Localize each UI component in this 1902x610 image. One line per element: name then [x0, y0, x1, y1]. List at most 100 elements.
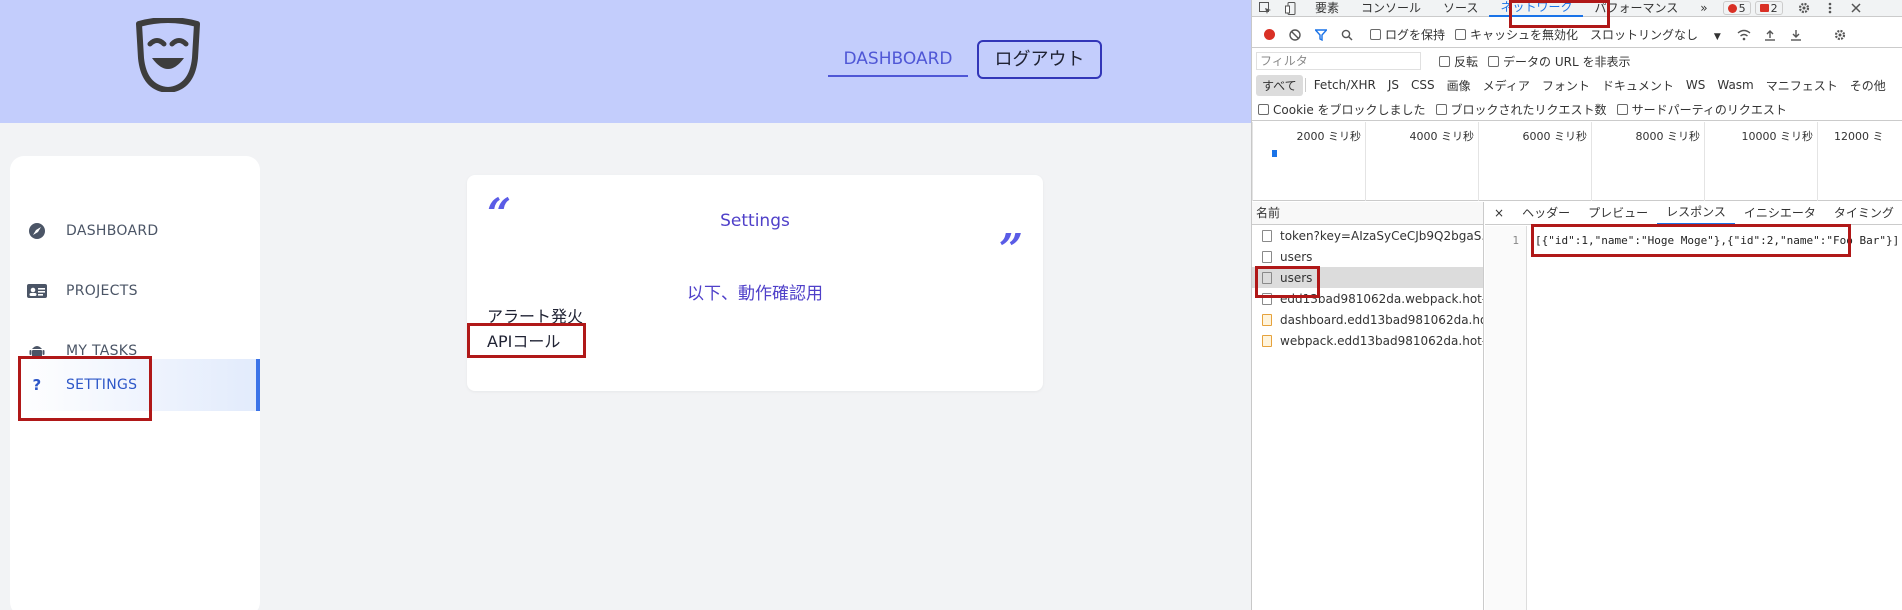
invert-checkbox[interactable]: 反転	[1439, 53, 1478, 70]
checkbox-label: Cookie をブロックしました	[1273, 103, 1426, 117]
line-gutter	[1485, 226, 1527, 610]
tab-elements[interactable]: 要素	[1304, 1, 1350, 16]
type-font[interactable]: フォント	[1536, 75, 1596, 96]
settings-card: “ ” Settings 以下、動作確認用 アラート発火 APIコール	[467, 175, 1043, 391]
checkbox-label: キャッシュを無効化	[1470, 28, 1579, 42]
checkbox-label: ブロックされたリクエスト数	[1450, 103, 1607, 117]
error-count-badge[interactable]: 5	[1722, 1, 1751, 15]
logout-button[interactable]: ログアウト	[977, 40, 1102, 79]
type-css[interactable]: CSS	[1405, 76, 1441, 94]
type-img[interactable]: 画像	[1441, 75, 1477, 96]
warning-count-badge[interactable]: 2	[1754, 1, 1783, 15]
request-name: users	[1280, 270, 1313, 285]
question-icon: ?	[32, 376, 42, 394]
type-js[interactable]: JS	[1382, 76, 1405, 94]
download-icon[interactable]	[1787, 27, 1805, 43]
card-subtitle: 以下、動作確認用	[687, 284, 823, 304]
sidebar-item-projects[interactable]: PROJECTS	[10, 265, 260, 317]
request-name: token?key=AIzaSyCeCJb9Q2bgaS...	[1280, 228, 1483, 243]
gear-icon[interactable]	[1795, 0, 1813, 16]
type-ws[interactable]: WS	[1680, 76, 1711, 94]
tab-response[interactable]: レスポンス	[1657, 202, 1735, 225]
response-body[interactable]: 1 [{"id":1,"name":"Hoge Moge"},{"id":2,"…	[1485, 226, 1902, 610]
inspect-element-icon[interactable]	[1256, 0, 1274, 16]
compass-icon	[26, 220, 48, 242]
checkbox-box	[1370, 29, 1381, 40]
checkbox-label: データの URL を非表示	[1503, 54, 1631, 69]
request-row-users[interactable]: users	[1252, 246, 1483, 267]
error-count: 5	[1738, 1, 1746, 15]
third-party-requests-checkbox[interactable]: サードパーティのリクエスト	[1616, 101, 1787, 118]
detail-tab-bar: × ヘッダー プレビュー レスポンス イニシエータ タイミング	[1485, 202, 1902, 225]
sidebar-item-dashboard[interactable]: DASHBOARD	[10, 205, 260, 257]
checkbox-box	[1455, 29, 1467, 40]
resource-type-filter: すべて Fetch/XHR JS CSS 画像 メディア フォント ドキュメント…	[1252, 73, 1902, 97]
filter-row: フィルタ 反転 データの URL を非表示	[1252, 50, 1902, 72]
type-wasm[interactable]: Wasm	[1711, 76, 1759, 94]
wifi-conditions-icon[interactable]	[1735, 27, 1753, 43]
network-settings-gear-icon[interactable]	[1831, 27, 1849, 43]
tab-sources[interactable]: ソース	[1432, 1, 1489, 16]
card-title: Settings	[720, 211, 790, 231]
sidebar-item-label: SETTINGS	[66, 377, 138, 393]
tick-label: 4000 ミリ秒	[1409, 130, 1475, 143]
api-call-link[interactable]: APIコール	[487, 328, 560, 352]
timeline-tick: 4000 ミリ秒	[1365, 122, 1478, 201]
issue-icon	[1759, 4, 1769, 12]
response-json-text: [{"id":1,"name":"Hoge Moge"},{"id":2,"na…	[1535, 234, 1900, 247]
tab-console[interactable]: コンソール	[1350, 1, 1432, 16]
filter-icon[interactable]	[1312, 27, 1330, 43]
device-toolbar-icon[interactable]	[1282, 0, 1300, 16]
throttling-select[interactable]: スロットリングなし ▼	[1590, 26, 1721, 43]
request-row-dashboard-js[interactable]: dashboard.edd13bad981062da.ho...	[1252, 309, 1483, 330]
devtools-tab-bar: 要素 コンソール ソース ネットワーク パフォーマンス » 5 2	[1252, 0, 1902, 17]
more-tabs-button[interactable]: »	[1689, 1, 1718, 16]
tab-headers[interactable]: ヘッダー	[1513, 203, 1579, 224]
chevron-down-icon: ▼	[1713, 32, 1721, 42]
upload-icon[interactable]	[1761, 27, 1779, 43]
error-icon	[1727, 3, 1737, 13]
preserve-log-checkbox[interactable]: ログを保持	[1370, 26, 1445, 43]
devtools-panel: 要素 コンソール ソース ネットワーク パフォーマンス » 5 2 ログを保持 …	[1251, 0, 1902, 610]
tab-network[interactable]: ネットワーク	[1489, 0, 1584, 17]
kebab-menu-icon[interactable]	[1821, 0, 1839, 16]
clear-icon[interactable]	[1286, 27, 1304, 43]
blocked-requests-checkbox[interactable]: ブロックされたリクエスト数	[1435, 101, 1607, 118]
name-column-header[interactable]: 名前	[1252, 202, 1483, 225]
network-timeline[interactable]: 2000 ミリ秒 4000 ミリ秒 6000 ミリ秒 8000 ミリ秒 1000…	[1252, 122, 1902, 201]
request-row-hot-update[interactable]: edd13bad981062da.webpack.hot-...	[1252, 288, 1483, 309]
type-media[interactable]: メディア	[1477, 75, 1536, 96]
script-file-icon	[1262, 334, 1272, 347]
tick-label: 12000 ミ	[1834, 130, 1884, 143]
search-icon[interactable]	[1338, 27, 1356, 43]
document-file-icon	[1262, 292, 1272, 305]
close-icon[interactable]	[1847, 0, 1865, 16]
request-row-token[interactable]: token?key=AIzaSyCeCJb9Q2bgaS...	[1252, 225, 1483, 246]
fire-alert-link[interactable]: アラート発火	[487, 303, 583, 327]
request-name: webpack.edd13bad981062da.hot-...	[1280, 333, 1483, 348]
record-icon[interactable]	[1260, 27, 1278, 43]
hide-data-urls-checkbox[interactable]: データの URL を非表示	[1488, 53, 1630, 70]
request-row-users-selected[interactable]: users	[1252, 267, 1483, 288]
close-detail-button[interactable]: ×	[1485, 203, 1513, 224]
nav-dashboard-link[interactable]: DASHBOARD	[828, 47, 968, 77]
checkbox-label: サードパーティのリクエスト	[1631, 103, 1787, 117]
tab-timing[interactable]: タイミング	[1825, 203, 1902, 224]
type-doc[interactable]: ドキュメント	[1596, 75, 1680, 96]
tab-initiator[interactable]: イニシエータ	[1735, 203, 1825, 224]
tab-preview[interactable]: プレビュー	[1579, 203, 1657, 224]
type-manifest[interactable]: マニフェスト	[1760, 75, 1844, 96]
tab-performance[interactable]: パフォーマンス	[1583, 1, 1689, 16]
request-row-webpack-js[interactable]: webpack.edd13bad981062da.hot-...	[1252, 330, 1483, 351]
sidebar-item-settings[interactable]: ? SETTINGS	[10, 359, 260, 411]
app-pane: DASHBOARD ログアウト DASHBOARD PROJECTS MY TA…	[0, 0, 1251, 610]
disable-cache-checkbox[interactable]: キャッシュを無効化	[1455, 26, 1578, 43]
tick-label: 6000 ミリ秒	[1522, 130, 1588, 143]
filter-input[interactable]: フィルタ	[1256, 52, 1421, 70]
type-fetch-xhr[interactable]: Fetch/XHR	[1308, 76, 1382, 94]
blocked-cookies-checkbox[interactable]: Cookie をブロックしました	[1258, 101, 1426, 118]
timeline-tick: 12000 ミ	[1817, 122, 1902, 201]
type-other[interactable]: その他	[1844, 75, 1892, 96]
request-bar	[1272, 150, 1277, 157]
type-all[interactable]: すべて	[1256, 74, 1303, 96]
